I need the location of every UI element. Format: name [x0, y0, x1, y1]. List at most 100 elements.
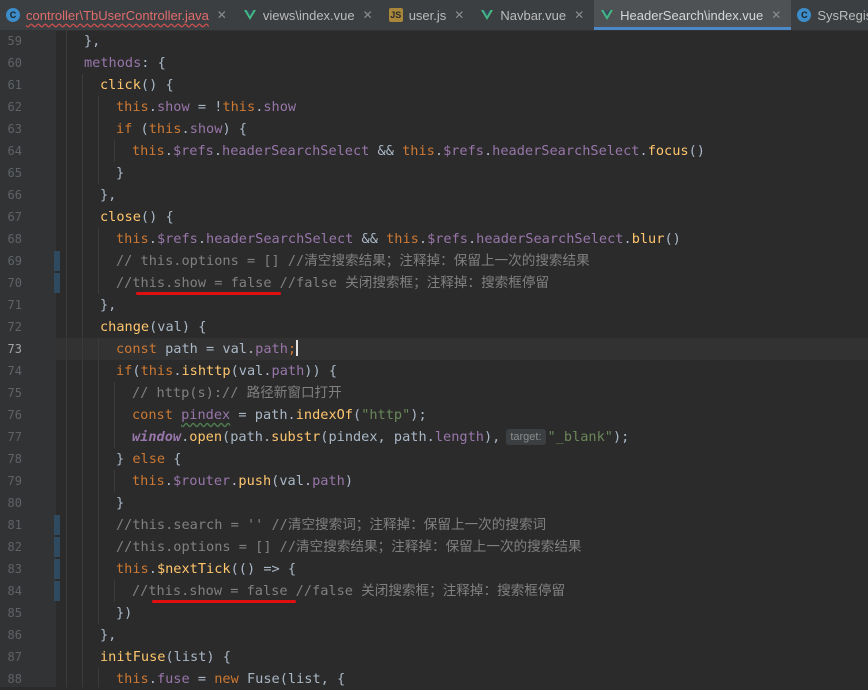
- code-line[interactable]: methods: {: [56, 52, 868, 74]
- code-token: },: [100, 187, 117, 203]
- code-token: .: [148, 671, 157, 687]
- tab-user-js[interactable]: JS user.js ✕: [383, 0, 475, 30]
- indent-guide: [66, 580, 67, 602]
- code-line[interactable]: if (this.show) {: [56, 118, 868, 140]
- indent-guide: [82, 580, 83, 602]
- code-token: pindex: [181, 407, 231, 423]
- indent-guide: [66, 206, 67, 228]
- tab-navbar-vue[interactable]: Navbar.vue ✕: [474, 0, 594, 30]
- code-text: },: [100, 294, 116, 316]
- code-token: $refs: [443, 143, 484, 159]
- code-line[interactable]: const pindex = path.indexOf("http");: [56, 404, 868, 426]
- code-line[interactable]: initFuse(list) {: [56, 646, 868, 668]
- code-token: &&: [353, 231, 387, 247]
- code-text: //this.search = '' //清空搜索词；注释掉：保留上一次的搜索词: [116, 514, 546, 536]
- code-line[interactable]: this.$router.push(val.path): [56, 470, 868, 492]
- code-editor[interactable]: }, methods: {click() {this.show = !this.s…: [56, 30, 868, 687]
- code-line[interactable]: // http(s):// 路径新窗口打开: [56, 382, 868, 404]
- code-line[interactable]: close() {: [56, 206, 868, 228]
- code-line[interactable]: }): [56, 602, 868, 624]
- code-line[interactable]: this.show = !this.show: [56, 96, 868, 118]
- javascript-file-icon: JS: [388, 8, 403, 22]
- code-line[interactable]: this.$nextTick(() => {: [56, 558, 868, 580]
- indent-guide: [98, 338, 99, 360]
- code-token: const: [116, 341, 157, 357]
- code-line[interactable]: const path = val.path;: [56, 338, 868, 360]
- indent-guide: [98, 448, 99, 470]
- indent-guide: [66, 316, 67, 338]
- code-line[interactable]: this.$refs.headerSearchSelect && this.$r…: [56, 140, 868, 162]
- code-line[interactable]: }: [56, 162, 868, 184]
- close-icon[interactable]: ✕: [454, 8, 464, 22]
- tab-views-index-vue[interactable]: views\index.vue ✕: [237, 0, 383, 30]
- code-token: (list) {: [165, 649, 231, 665]
- tab-sysregisters[interactable]: C SysRegisterS: [791, 0, 868, 30]
- code-line[interactable]: //this.show = false //false 关闭搜索框；注释掉：搜索…: [56, 272, 868, 294]
- code-line[interactable]: this.$refs.headerSearchSelect && this.$r…: [56, 228, 868, 250]
- code-line[interactable]: click() {: [56, 74, 868, 96]
- code-text: close() {: [100, 206, 174, 228]
- indent-guide: [98, 404, 99, 426]
- indent-guide: [98, 426, 99, 448]
- code-token: // this.options = [] //清空搜索结果；注释掉：保留上一次的…: [116, 253, 590, 269]
- line-number: 68: [7, 232, 22, 246]
- code-line[interactable]: }: [56, 492, 868, 514]
- indent-guide: [66, 426, 67, 448]
- indent-guide: [114, 140, 115, 162]
- close-icon[interactable]: ✕: [363, 8, 373, 22]
- vue-file-icon: [243, 8, 257, 22]
- tab-label: user.js: [408, 7, 447, 23]
- code-line[interactable]: if(this.ishttp(val.path)) {: [56, 360, 868, 382]
- code-line[interactable]: },: [56, 624, 868, 646]
- code-token: (val.: [230, 363, 272, 379]
- code-line[interactable]: },: [56, 30, 868, 52]
- line-number: 76: [7, 408, 22, 422]
- code-token: = path.: [230, 407, 296, 423]
- code-token: //this.show = false //false 关闭搜索框；注释掉：搜索…: [116, 275, 550, 291]
- code-line[interactable]: this.fuse = new Fuse(list, {: [56, 668, 868, 687]
- code-token: (: [353, 407, 362, 423]
- indent-guide: [82, 404, 83, 426]
- indent-guide: [82, 118, 83, 140]
- code-token: $router: [172, 473, 231, 489]
- code-text: if (this.show) {: [116, 118, 247, 140]
- close-icon[interactable]: ✕: [217, 8, 227, 22]
- code-token: blur: [631, 231, 665, 247]
- code-text: const path = val.path;: [116, 338, 299, 360]
- code-line[interactable]: window.open(path.substr(pindex, path.len…: [56, 426, 868, 448]
- indent-guide: [66, 250, 67, 272]
- indent-guide: [82, 294, 83, 316]
- indent-guide: [66, 470, 67, 492]
- code-line[interactable]: },: [56, 294, 868, 316]
- tab-headersearch-index-vue[interactable]: HeaderSearch\index.vue ✕: [594, 0, 792, 30]
- indent-guide: [82, 228, 83, 250]
- close-icon[interactable]: ✕: [771, 8, 781, 22]
- tab-controller-tbusercontroller-java[interactable]: Ccontroller\TbUserController.java ✕: [0, 0, 237, 30]
- code-line[interactable]: } else {: [56, 448, 868, 470]
- parameter-hint: target:: [506, 429, 546, 445]
- code-line[interactable]: //this.show = false //false 关闭搜索框；注释掉：搜索…: [56, 580, 868, 602]
- code-token: this: [132, 473, 165, 489]
- code-line[interactable]: //this.options = [] //清空搜索结果；注释掉：保留上一次的搜…: [56, 536, 868, 558]
- code-token: path: [312, 473, 345, 489]
- code-line[interactable]: //this.search = '' //清空搜索词；注释掉：保留上一次的搜索词: [56, 514, 868, 536]
- code-line[interactable]: change(val) {: [56, 316, 868, 338]
- code-line[interactable]: },: [56, 184, 868, 206]
- close-icon[interactable]: ✕: [574, 8, 584, 22]
- code-text: //this.show = false //false 关闭搜索框；注释掉：搜索…: [132, 580, 565, 602]
- indent-guide: [66, 74, 67, 96]
- indent-guide: [66, 228, 67, 250]
- code-token: {: [165, 451, 182, 467]
- code-token: show: [156, 99, 190, 115]
- indent-guide: [82, 250, 83, 272]
- code-token: : {: [141, 55, 166, 71]
- code-token: show: [263, 99, 297, 115]
- code-text: const pindex = path.indexOf("http");: [132, 404, 427, 426]
- code-token: =: [189, 671, 215, 687]
- code-line[interactable]: // this.options = [] //清空搜索结果；注释掉：保留上一次的…: [56, 250, 868, 272]
- indent-guide: [66, 448, 67, 470]
- line-number: 67: [7, 210, 22, 224]
- code-token: ;: [287, 341, 297, 357]
- code-token: path: [255, 341, 288, 357]
- line-number: 77: [7, 430, 22, 444]
